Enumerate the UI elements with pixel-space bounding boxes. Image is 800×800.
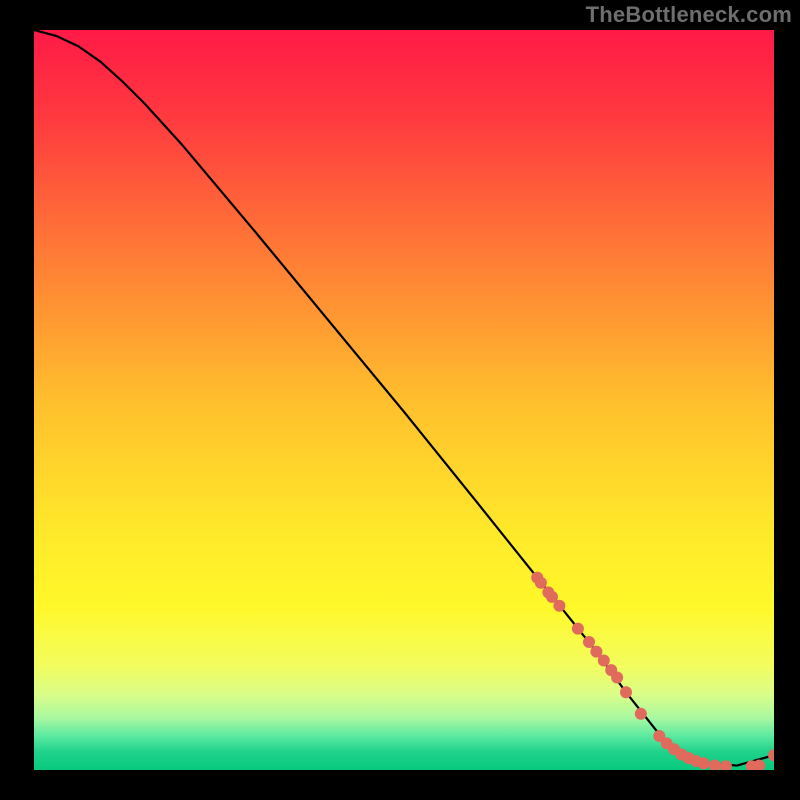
chart-svg <box>34 30 774 770</box>
data-point <box>611 672 623 684</box>
data-point <box>553 600 565 612</box>
data-point <box>635 708 647 720</box>
watermark-text: TheBottleneck.com <box>586 2 792 28</box>
data-point <box>620 686 632 698</box>
plot-area <box>34 30 774 770</box>
data-point <box>698 757 710 769</box>
data-point <box>598 654 610 666</box>
data-point <box>535 577 547 589</box>
data-point <box>572 623 584 635</box>
data-point <box>583 636 595 648</box>
chart-frame: TheBottleneck.com <box>0 0 800 800</box>
gradient-background <box>34 30 774 770</box>
